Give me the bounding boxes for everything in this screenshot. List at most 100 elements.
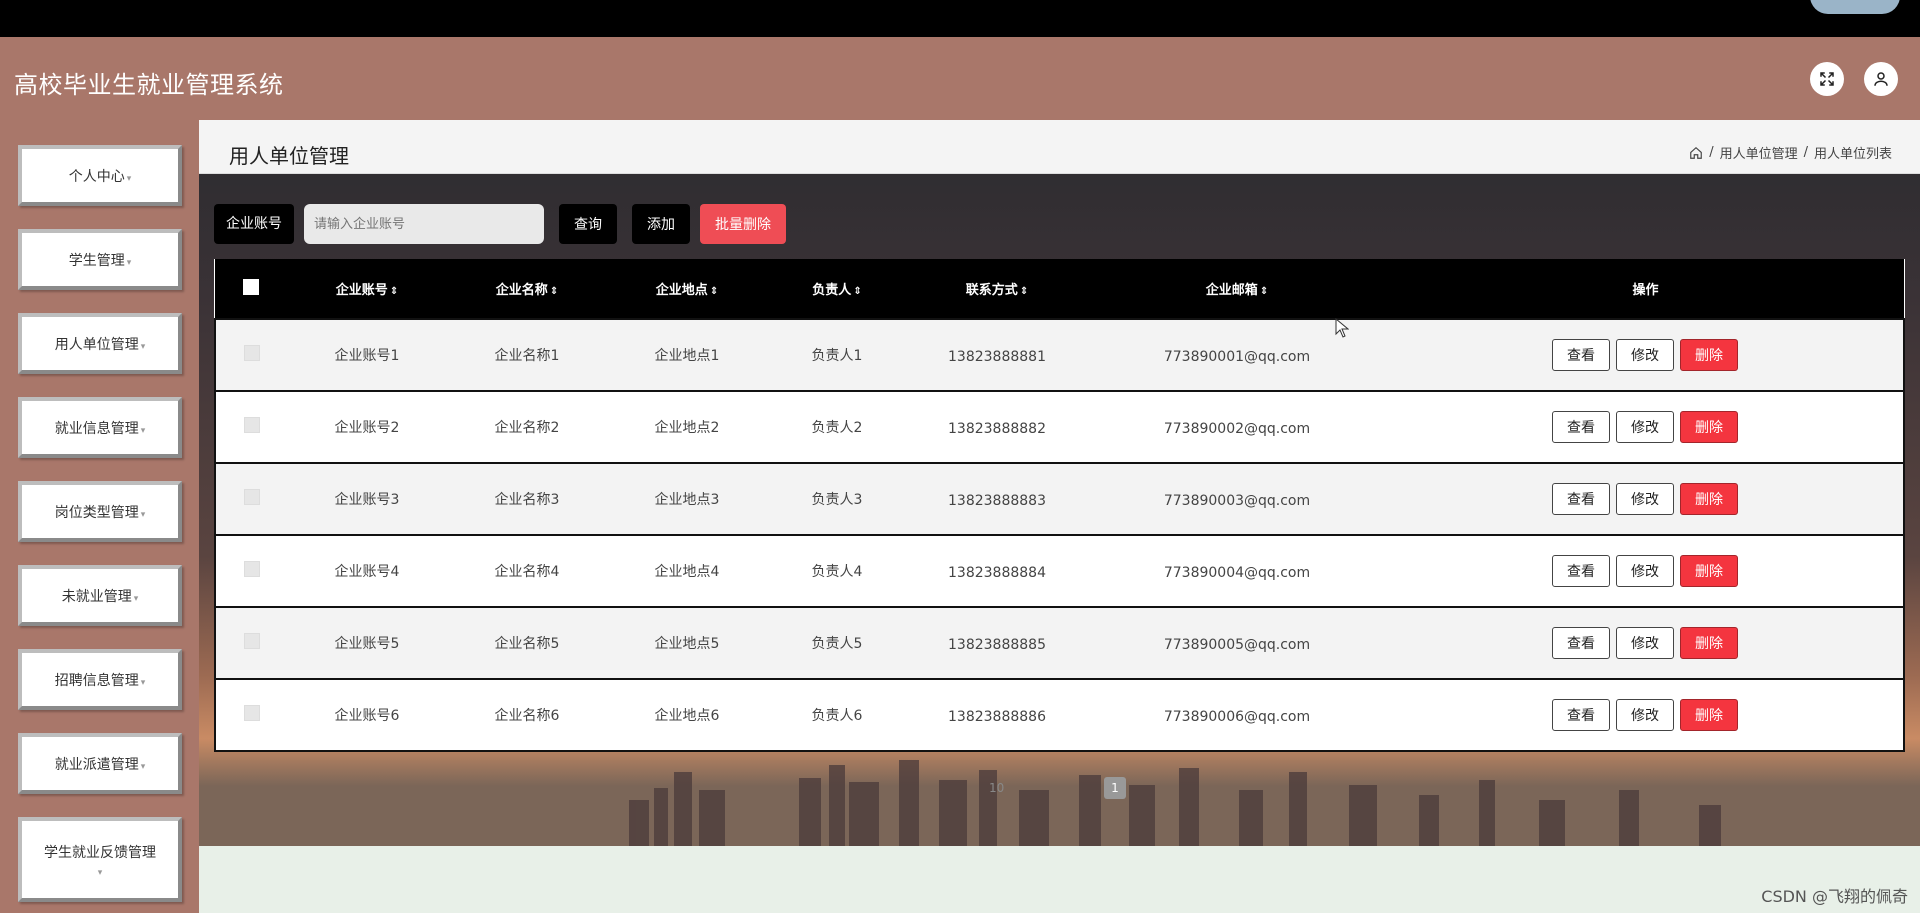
sidebar-item-label: 岗位类型管理 — [54, 504, 139, 521]
row-actions: 查看 修改 删除 — [1387, 411, 1903, 443]
cell-location: 企业地点3 — [654, 492, 720, 508]
pagination-page-button[interactable]: 1 — [1104, 777, 1126, 799]
delete-button[interactable]: 删除 — [1680, 339, 1738, 371]
add-button[interactable]: 添加 — [632, 204, 690, 244]
cell-location: 企业地点4 — [654, 564, 720, 580]
table-header: 企业账号 ⇕ 企业名称 ⇕ 企业地点 ⇕ 负责人 ⇕ 联系方式 ⇕ 企业邮箱 ⇕ 操作 — [215, 259, 1904, 319]
cell-name: 企业名称6 — [494, 708, 560, 724]
edit-button[interactable]: 修改 — [1616, 411, 1674, 443]
employer-table: 企业账号 ⇕ 企业名称 ⇕ 企业地点 ⇕ 负责人 ⇕ 联系方式 ⇕ 企业邮箱 ⇕ 操作 企业… — [214, 259, 1905, 752]
sidebar-item-label: 个人中心 — [68, 168, 125, 185]
chevron-down-icon: ▾ — [133, 593, 139, 604]
cell-name: 企业名称3 — [494, 492, 560, 508]
view-button[interactable]: 查看 — [1552, 555, 1610, 587]
column-header[interactable]: 联系方式 ⇕ — [907, 259, 1087, 319]
cell-manager: 负责人4 — [811, 564, 863, 580]
chevron-down-icon: ▾ — [97, 867, 103, 878]
search-input[interactable] — [304, 204, 544, 244]
user-button[interactable] — [1864, 62, 1898, 96]
sidebar: 个人中心 ▾ 学生管理 ▾ 用人单位管理 ▾ 就业信息管理 ▾ 岗位类型管理 ▾ 未就业管… — [0, 120, 199, 913]
breadcrumb-item[interactable]: 用人单位管理 — [1720, 143, 1798, 162]
sidebar-item-employment-info[interactable]: 就业信息管理 ▾ — [18, 397, 182, 458]
user-icon — [1874, 72, 1888, 86]
edit-button[interactable]: 修改 — [1616, 483, 1674, 515]
cell-email: 773890001@qq.com — [1163, 348, 1311, 365]
row-checkbox[interactable] — [243, 489, 260, 505]
column-header[interactable]: 企业名称 ⇕ — [447, 259, 607, 319]
main-content: 用人单位管理 / 用人单位管理 / 用人单位列表 企业账号 查询 添加 批量删除… — [199, 120, 1920, 913]
delete-button[interactable]: 删除 — [1680, 627, 1738, 659]
header-select-all[interactable] — [215, 259, 287, 319]
sidebar-item-label: 用人单位管理 — [54, 336, 139, 353]
column-header[interactable]: 负责人 ⇕ — [767, 259, 907, 319]
sidebar-item-label: 学生就业反馈管理 — [44, 844, 156, 861]
cell-manager: 负责人2 — [811, 420, 863, 436]
table-row: 企业账号1 企业名称1 企业地点1 负责人1 13823888881 773890001@… — [215, 319, 1904, 391]
delete-button[interactable]: 删除 — [1680, 411, 1738, 443]
row-checkbox[interactable] — [243, 561, 260, 577]
sidebar-item-employers[interactable]: 用人单位管理 ▾ — [18, 313, 182, 374]
batch-delete-button[interactable]: 批量删除 — [700, 204, 786, 244]
delete-button[interactable]: 删除 — [1680, 555, 1738, 587]
view-button[interactable]: 查看 — [1552, 483, 1610, 515]
edit-button[interactable]: 修改 — [1616, 627, 1674, 659]
column-header: 操作 — [1632, 283, 1659, 298]
sidebar-item-job-types[interactable]: 岗位类型管理 ▾ — [18, 481, 182, 542]
row-checkbox[interactable] — [243, 345, 260, 361]
delete-button[interactable]: 删除 — [1680, 483, 1738, 515]
sidebar-item-recruitment[interactable]: 招聘信息管理 ▾ — [18, 649, 182, 710]
edit-button[interactable]: 修改 — [1616, 339, 1674, 371]
sidebar-item-dispatch[interactable]: 就业派遣管理 ▾ — [18, 733, 182, 794]
chevron-down-icon: ▾ — [126, 257, 132, 268]
search-bar: 企业账号 查询 添加 批量删除 — [214, 204, 786, 244]
page-size[interactable]: 10 — [989, 781, 1004, 795]
view-button[interactable]: 查看 — [1552, 627, 1610, 659]
sidebar-item-feedback[interactable]: 学生就业反馈管理 ▾ — [18, 817, 182, 902]
chevron-down-icon: ▾ — [140, 341, 146, 352]
cell-manager: 负责人1 — [811, 348, 863, 364]
column-header[interactable]: 企业地点 ⇕ — [607, 259, 767, 319]
sort-icon: ⇕ — [549, 286, 559, 297]
cell-account: 企业账号6 — [334, 708, 400, 724]
table-row: 企业账号2 企业名称2 企业地点2 负责人2 13823888882 773890002@… — [215, 391, 1904, 463]
row-checkbox[interactable] — [243, 417, 260, 433]
chevron-down-icon: ▾ — [140, 677, 146, 688]
sidebar-item-personal-center[interactable]: 个人中心 ▾ — [18, 145, 182, 206]
top-black-bar — [0, 0, 1920, 37]
cell-email: 773890003@qq.com — [1163, 492, 1311, 509]
cell-account: 企业账号1 — [334, 348, 400, 364]
cell-manager: 负责人5 — [811, 636, 863, 652]
sidebar-item-students[interactable]: 学生管理 ▾ — [18, 229, 182, 290]
sort-icon: ⇕ — [389, 286, 399, 297]
delete-button[interactable]: 删除 — [1680, 699, 1738, 731]
query-button[interactable]: 查询 — [559, 204, 617, 244]
select-all-checkbox[interactable] — [243, 278, 259, 295]
row-checkbox[interactable] — [243, 705, 260, 721]
fullscreen-button[interactable] — [1810, 62, 1844, 96]
view-button[interactable]: 查看 — [1552, 411, 1610, 443]
sidebar-item-label: 学生管理 — [68, 252, 125, 269]
cell-email: 773890006@qq.com — [1163, 708, 1311, 725]
row-actions: 查看 修改 删除 — [1387, 555, 1903, 587]
cell-location: 企业地点6 — [654, 708, 720, 724]
sidebar-item-label: 未就业管理 — [61, 588, 132, 605]
watermark: CSDN @飞翔的佩奇 — [1761, 887, 1908, 906]
cell-phone: 13823888884 — [948, 564, 1046, 581]
cell-phone: 13823888886 — [948, 708, 1046, 725]
column-header[interactable]: 企业账号 ⇕ — [287, 259, 447, 319]
edit-button[interactable]: 修改 — [1616, 699, 1674, 731]
home-icon[interactable] — [1689, 146, 1703, 160]
column-header[interactable]: 企业邮箱 ⇕ — [1087, 259, 1387, 319]
chevron-down-icon: ▾ — [140, 761, 146, 772]
edit-button[interactable]: 修改 — [1616, 555, 1674, 587]
sidebar-item-unemployed[interactable]: 未就业管理 ▾ — [18, 565, 182, 626]
chevron-down-icon: ▾ — [140, 425, 146, 436]
cell-manager: 负责人3 — [811, 492, 863, 508]
sort-icon: ⇕ — [1259, 286, 1269, 297]
row-actions: 查看 修改 删除 — [1387, 699, 1903, 731]
cell-account: 企业账号2 — [334, 420, 400, 436]
chevron-down-icon: ▾ — [140, 509, 146, 520]
view-button[interactable]: 查看 — [1552, 339, 1610, 371]
row-checkbox[interactable] — [243, 633, 260, 649]
view-button[interactable]: 查看 — [1552, 699, 1610, 731]
